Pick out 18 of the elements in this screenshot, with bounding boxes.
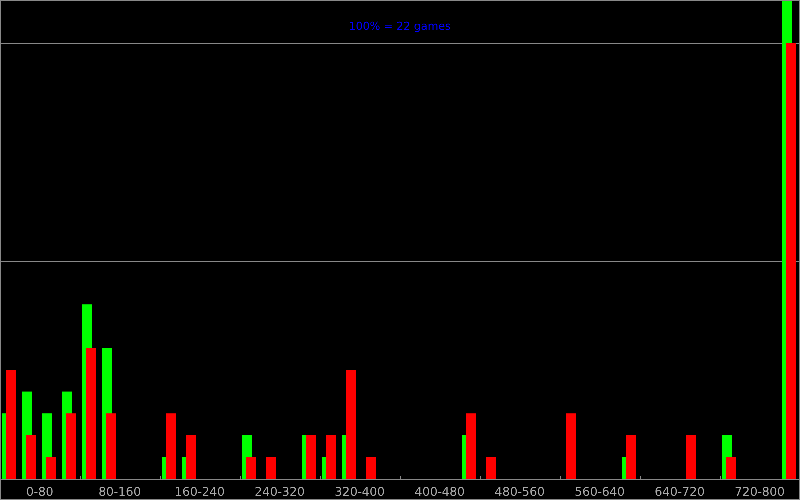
bar — [66, 414, 76, 479]
bar — [686, 435, 696, 479]
axis-label: 640-720 — [654, 485, 706, 499]
chart-title: 100% = 22 games — [348, 20, 452, 33]
bar — [366, 457, 376, 479]
axis-label: 560-640 — [574, 485, 626, 499]
axis-label: 480-560 — [494, 485, 546, 499]
axis-label: 720-800 — [734, 485, 786, 499]
axis-label: 400-480 — [414, 485, 466, 499]
bar — [566, 414, 576, 479]
axis-label: 160-240 — [174, 485, 226, 499]
axis-label: 320-400 — [334, 485, 386, 499]
axis-label: 80-160 — [98, 485, 142, 499]
axis-label: 240-320 — [254, 485, 306, 499]
bar — [486, 457, 496, 479]
bar — [266, 457, 276, 479]
axis-label: 0-80 — [26, 485, 54, 499]
bar — [306, 435, 316, 479]
